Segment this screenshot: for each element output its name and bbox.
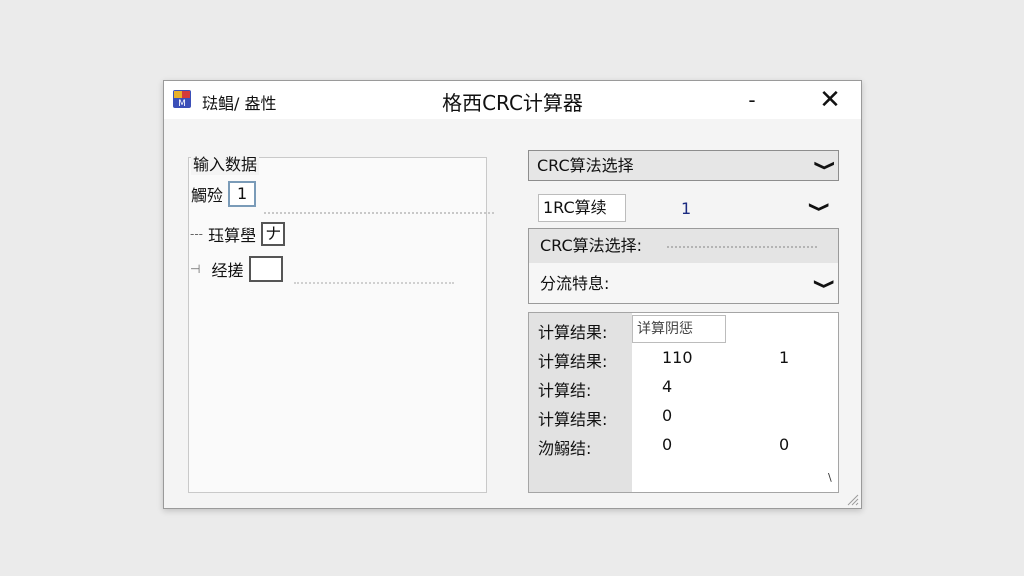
resize-grip-icon[interactable] <box>846 493 859 506</box>
chevron-down-icon: ❯ <box>812 278 836 290</box>
result-label: 计算结果: <box>538 410 608 429</box>
input-row-label: 觸殓 <box>191 186 224 205</box>
input-row-1: 觸殓 1 <box>191 181 257 207</box>
input-data-panel <box>188 157 487 493</box>
result-value: 0 <box>662 435 673 454</box>
crc-calculator-window: M 琺鲳/ 盎性 格西CRC计算器 - ✕ 输入数据 觸殓 1 --- 珏算壆 … <box>163 80 862 509</box>
crc-algorithm-dropdown[interactable]: CRC算法选择 ❯ <box>528 150 839 181</box>
dash-mark: --- <box>190 227 203 241</box>
minimize-icon[interactable]: - <box>734 84 770 116</box>
result-value-2: 1 <box>779 348 790 367</box>
option-label: 分流特息: <box>540 274 610 293</box>
separator-dots <box>667 245 818 248</box>
separator-dots <box>294 282 454 284</box>
option-label: CRC算法选择: <box>540 236 643 255</box>
input-value-box[interactable] <box>248 256 283 282</box>
result-value: 0 <box>662 406 673 425</box>
result-value: 4 <box>662 377 673 396</box>
corner-mark: \ <box>828 471 832 484</box>
input-value-box[interactable]: 1 <box>228 181 257 207</box>
result-value-2: 0 <box>779 435 790 454</box>
input-row-label: 经搓 <box>211 261 244 280</box>
result-input-field[interactable]: 详算阴惩 <box>632 315 726 343</box>
result-value: 110 <box>662 348 693 367</box>
results-panel: 详算阴惩 计算结果: 计算结果: 110 1 计算结: 4 计算结果: 0 沕鰯… <box>528 312 839 493</box>
algorithm-input[interactable]: 1RC算续 <box>538 194 626 222</box>
input-value-box[interactable]: ナ <box>261 222 286 246</box>
options-panel: CRC算法选择: 分流特息: ❯ <box>528 228 839 304</box>
input-row-2: --- 珏算壆 ナ <box>190 222 286 246</box>
result-label: 计算结果: <box>538 323 608 342</box>
dash-mark: ⊣ <box>190 262 201 276</box>
option-algorithm-select[interactable]: CRC算法选择: <box>529 229 838 263</box>
input-row-3: ⊣ 经搓 <box>190 256 283 282</box>
algorithm-number: 1 <box>681 199 692 218</box>
dropdown-label: CRC算法选择 <box>537 156 634 175</box>
result-label: 计算结: <box>538 381 592 400</box>
chevron-down-icon: ❯ <box>813 159 837 172</box>
input-group-label: 输入数据 <box>191 151 260 175</box>
result-label: 计算结果: <box>538 352 608 371</box>
option-stream-info[interactable]: 分流特息: ❯ <box>529 265 838 303</box>
result-label: 沕鰯结: <box>538 439 592 458</box>
input-row-label: 珏算壆 <box>208 226 257 245</box>
title-bar[interactable]: M 琺鲳/ 盎性 格西CRC计算器 - ✕ <box>164 81 861 119</box>
close-icon[interactable]: ✕ <box>810 83 850 117</box>
chevron-down-icon[interactable]: ❯ <box>808 201 830 213</box>
separator-dots <box>264 212 494 214</box>
